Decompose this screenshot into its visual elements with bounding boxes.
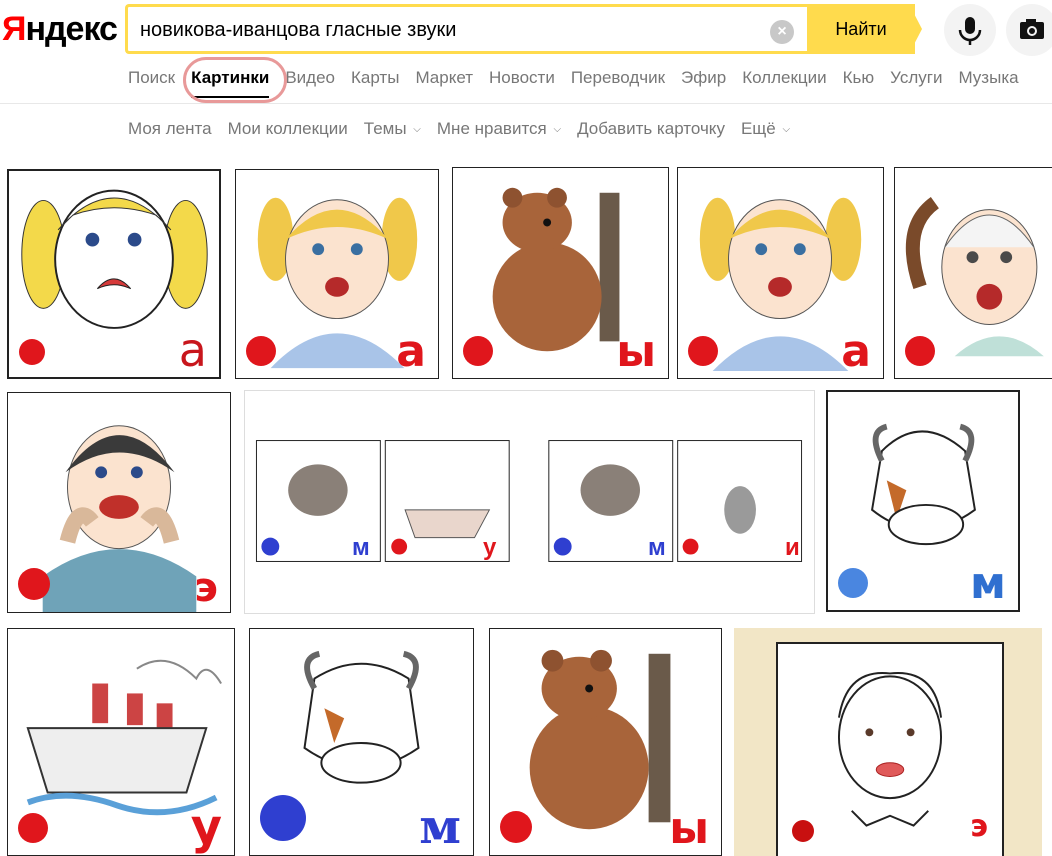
vowel-letter: э — [970, 809, 988, 844]
tab-q[interactable]: Кью — [843, 68, 875, 88]
image-result[interactable]: э — [734, 628, 1042, 856]
header: Яндекс × Найти Поиск Картинки Видео Карты Ма… — [0, 0, 1052, 104]
image-result[interactable]: ы — [489, 628, 722, 856]
tab-video[interactable]: Видео — [285, 68, 335, 88]
vowel-dot — [688, 336, 718, 366]
image-result[interactable]: м — [826, 390, 1020, 612]
vowel-letter: и — [785, 534, 800, 561]
vowel-dot — [246, 336, 276, 366]
vowel-dot — [18, 568, 50, 600]
consonant-letter: м — [419, 799, 461, 855]
subnav-more-label: Ещё — [740, 119, 776, 138]
vowel-letter: ы — [669, 803, 709, 854]
image-search-button[interactable] — [1006, 4, 1052, 56]
service-tabs: Поиск Картинки Видео Карты Маркет Новости Пере… — [128, 68, 1035, 98]
tab-collections[interactable]: Коллекции — [742, 68, 826, 88]
image-result[interactable]: м — [249, 628, 474, 856]
vowel-dot — [792, 820, 814, 842]
consonant-dot — [260, 795, 306, 841]
cow-ship-cow-hare-strip — [255, 440, 803, 562]
consonant-letter: м — [648, 534, 666, 561]
vowel-letter: у — [190, 799, 222, 855]
tab-translator[interactable]: Переводчик — [571, 68, 665, 88]
vowel-dot — [19, 339, 45, 365]
image-result[interactable]: а — [7, 169, 221, 379]
search-input[interactable] — [140, 18, 760, 42]
image-result[interactable]: э — [7, 392, 231, 613]
tab-images[interactable]: Картинки — [191, 68, 270, 98]
clear-search-button[interactable]: × — [770, 20, 794, 44]
tab-music[interactable]: Музыка — [958, 68, 1018, 88]
tab-maps[interactable]: Карты — [351, 68, 399, 88]
vowel-dot — [500, 811, 532, 843]
image-result[interactable] — [894, 167, 1052, 379]
vowel-dot — [463, 336, 493, 366]
find-button[interactable]: Найти — [807, 4, 915, 54]
subnav-my-collections[interactable]: Мои коллекции — [228, 119, 348, 139]
boy-card-frame: э — [776, 642, 1004, 856]
subnav-likes[interactable]: Мне нравится ⌵ — [437, 119, 561, 139]
vowel-letter: ы — [616, 326, 656, 377]
image-result[interactable]: м у м и — [244, 390, 815, 614]
find-button-arrow — [909, 4, 922, 54]
tab-efir[interactable]: Эфир — [681, 68, 726, 88]
tab-services[interactable]: Услуги — [890, 68, 942, 88]
tab-market[interactable]: Маркет — [415, 68, 473, 88]
vowel-letter: а — [841, 326, 871, 377]
vowel-letter: э — [194, 565, 218, 611]
consonant-letter: м — [352, 534, 370, 561]
tab-news[interactable]: Новости — [489, 68, 555, 88]
subnav-themes[interactable]: Темы ⌵ — [364, 119, 421, 139]
subnav-add-card[interactable]: Добавить карточку — [577, 119, 725, 139]
subnav-likes-label: Мне нравится — [436, 119, 547, 138]
images-subnav: Моя лента Мои коллекции Темы ⌵ Мне нравится… — [128, 119, 806, 139]
chevron-down-icon: ⌵ — [553, 124, 562, 136]
search-form: × Найти — [125, 4, 922, 54]
subnav-themes-label: Темы — [363, 119, 407, 138]
consonant-dot — [838, 568, 868, 598]
tab-search[interactable]: Поиск — [128, 68, 175, 88]
image-result[interactable]: ы — [452, 167, 669, 379]
chevron-down-icon: ⌵ — [782, 124, 791, 136]
subnav-my-feed[interactable]: Моя лента — [128, 119, 212, 139]
microphone-icon — [958, 17, 982, 45]
vowel-letter: а — [396, 326, 426, 377]
image-result[interactable]: а — [235, 169, 439, 379]
chevron-down-icon: ⌵ — [413, 124, 421, 136]
image-result[interactable]: а — [677, 167, 884, 379]
vowel-dot — [18, 813, 48, 843]
image-result[interactable]: у — [7, 628, 235, 856]
consonant-letter: м — [970, 558, 1006, 609]
camera-icon — [1020, 19, 1044, 39]
vowel-letter: а — [178, 323, 207, 377]
vowel-dot — [905, 336, 935, 366]
vowel-letter: у — [483, 534, 497, 561]
search-box: × — [125, 4, 815, 54]
yandex-logo[interactable]: Яндекс — [2, 9, 118, 49]
voice-search-button[interactable] — [944, 4, 996, 56]
subnav-more[interactable]: Ещё ⌵ — [741, 119, 790, 139]
